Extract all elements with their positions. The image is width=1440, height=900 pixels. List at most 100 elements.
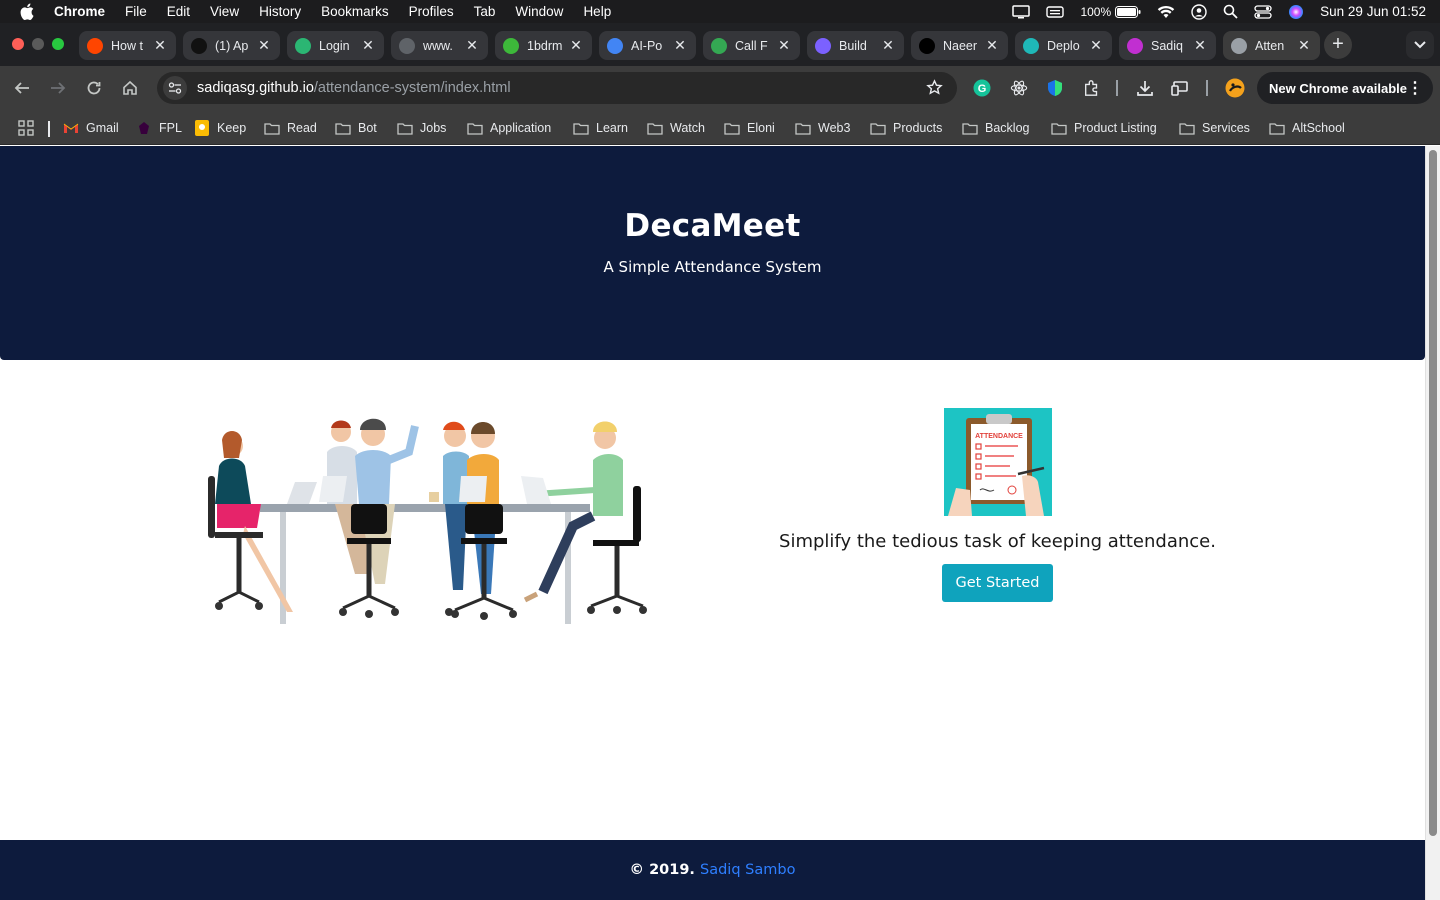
bookmark-fpl[interactable]: FPL bbox=[136, 119, 182, 137]
close-tab-icon[interactable]: ✕ bbox=[880, 37, 896, 54]
browser-tab[interactable]: Atten ✕ bbox=[1223, 31, 1320, 60]
close-tab-icon[interactable]: ✕ bbox=[568, 37, 584, 54]
browser-tab[interactable]: Call F ✕ bbox=[703, 31, 800, 60]
close-window-button[interactable] bbox=[12, 38, 24, 50]
new-tab-button[interactable]: + bbox=[1324, 31, 1352, 59]
siri-icon[interactable] bbox=[1288, 4, 1304, 20]
control-center-icon[interactable] bbox=[1254, 4, 1272, 19]
menu-bookmarks[interactable]: Bookmarks bbox=[321, 4, 389, 19]
close-tab-icon[interactable]: ✕ bbox=[672, 37, 688, 54]
back-button[interactable] bbox=[10, 76, 34, 100]
browser-tab[interactable]: AI-Po ✕ bbox=[599, 31, 696, 60]
zoom-window-button[interactable] bbox=[52, 38, 64, 50]
browser-tab[interactable]: www. ✕ bbox=[391, 31, 488, 60]
bookmark-bot[interactable]: Bot bbox=[335, 119, 377, 137]
folder-icon bbox=[573, 121, 589, 135]
reload-button[interactable] bbox=[82, 76, 106, 100]
menu-tab[interactable]: Tab bbox=[474, 4, 496, 19]
bookmark-altschool[interactable]: AltSchool bbox=[1269, 119, 1345, 137]
close-tab-icon[interactable]: ✕ bbox=[1192, 37, 1208, 54]
close-tab-icon[interactable]: ✕ bbox=[1088, 37, 1104, 54]
profile-avatar-icon[interactable] bbox=[1225, 78, 1245, 98]
menu-window[interactable]: Window bbox=[515, 4, 563, 19]
extensions-puzzle-icon[interactable] bbox=[1082, 78, 1102, 98]
scrollbar-thumb[interactable] bbox=[1429, 150, 1437, 836]
browser-tab[interactable]: Sadiq ✕ bbox=[1119, 31, 1216, 60]
menu-file[interactable]: File bbox=[125, 4, 147, 19]
get-started-button[interactable]: Get Started bbox=[942, 564, 1053, 602]
medium-icon bbox=[191, 37, 207, 54]
browser-toolbar: sadiqasg.github.io/attendance-system/ind… bbox=[0, 66, 1440, 110]
attendance-clipboard-icon: ATTENDANCE bbox=[944, 408, 1052, 516]
bookmark-application[interactable]: Application bbox=[467, 119, 551, 137]
browser-tab[interactable]: Build ✕ bbox=[807, 31, 904, 60]
bookmark-products[interactable]: Products bbox=[870, 119, 942, 137]
bookmark-web3[interactable]: Web3 bbox=[795, 119, 850, 137]
browser-tab[interactable]: Login ✕ bbox=[287, 31, 384, 60]
tab-title: How t bbox=[111, 38, 143, 53]
folder-icon bbox=[397, 121, 413, 135]
wifi-icon[interactable] bbox=[1157, 5, 1175, 19]
close-tab-icon[interactable]: ✕ bbox=[256, 37, 272, 54]
site-info-icon[interactable] bbox=[163, 76, 187, 100]
bookmark-gmail[interactable]: Gmail bbox=[63, 119, 119, 137]
close-tab-icon[interactable]: ✕ bbox=[776, 37, 792, 54]
menu-view[interactable]: View bbox=[210, 4, 239, 19]
menu-profiles[interactable]: Profiles bbox=[409, 4, 454, 19]
tab-title: Atten bbox=[1255, 38, 1285, 53]
address-bar[interactable]: sadiqasg.github.io/attendance-system/ind… bbox=[157, 72, 957, 104]
bookmark-learn[interactable]: Learn bbox=[573, 119, 628, 137]
bookmark-product-listing[interactable]: Product Listing bbox=[1051, 119, 1157, 137]
browser-tab[interactable]: Deplo ✕ bbox=[1015, 31, 1112, 60]
bookmark-eloni[interactable]: Eloni bbox=[724, 119, 775, 137]
user-icon[interactable] bbox=[1191, 3, 1207, 20]
home-button[interactable] bbox=[118, 76, 142, 100]
apps-grid-icon[interactable] bbox=[18, 119, 34, 137]
browser-tab[interactable]: 1bdrm ✕ bbox=[495, 31, 592, 60]
grammarly-icon[interactable]: G bbox=[972, 78, 992, 98]
minimize-window-button[interactable] bbox=[32, 38, 44, 50]
forward-button[interactable] bbox=[46, 76, 70, 100]
close-tab-icon[interactable]: ✕ bbox=[1296, 37, 1312, 54]
react-devtools-icon[interactable] bbox=[1009, 78, 1029, 98]
tab-search-button[interactable] bbox=[1406, 31, 1434, 59]
bookmark-services[interactable]: Services bbox=[1179, 119, 1250, 137]
bookmark-jobs[interactable]: Jobs bbox=[397, 119, 446, 137]
browser-tab[interactable]: (1) Ap ✕ bbox=[183, 31, 280, 60]
cast-devices-icon[interactable] bbox=[1171, 78, 1191, 98]
tab-title: Login bbox=[319, 38, 350, 53]
spotlight-search-icon[interactable] bbox=[1223, 4, 1238, 19]
shield-icon[interactable] bbox=[1045, 78, 1065, 98]
url-text[interactable]: sadiqasg.github.io/attendance-system/ind… bbox=[197, 80, 511, 96]
menu-app-name[interactable]: Chrome bbox=[54, 4, 105, 19]
battery-status[interactable]: 100% bbox=[1080, 5, 1141, 19]
close-tab-icon[interactable]: ✕ bbox=[360, 37, 376, 54]
bookmark-read[interactable]: Read bbox=[264, 119, 317, 137]
browser-tab[interactable]: How t ✕ bbox=[79, 31, 176, 60]
bookmark-backlog[interactable]: Backlog bbox=[962, 119, 1029, 137]
menu-history[interactable]: History bbox=[259, 4, 301, 19]
page-scrollbar[interactable] bbox=[1425, 146, 1440, 900]
menu-help[interactable]: Help bbox=[583, 4, 611, 19]
bookmark-star-icon[interactable] bbox=[926, 79, 943, 101]
battery-icon bbox=[1115, 5, 1141, 18]
footer-author-link[interactable]: Sadiq Sambo bbox=[700, 862, 795, 878]
tab-strip: How t ✕ (1) Ap ✕ Login ✕ www. ✕ 1bdrm ✕ AI-Po ✕ Call… bbox=[0, 23, 1440, 66]
close-tab-icon[interactable]: ✕ bbox=[464, 37, 480, 54]
download-icon[interactable] bbox=[1135, 78, 1155, 98]
menu-edit[interactable]: Edit bbox=[167, 4, 190, 19]
screen-mirroring-icon[interactable] bbox=[1012, 4, 1031, 19]
bookmark-watch[interactable]: Watch bbox=[647, 119, 705, 137]
more-menu-icon[interactable]: ⋮ bbox=[1407, 78, 1423, 98]
bookmark-label: Products bbox=[893, 121, 943, 135]
new-chrome-available-button[interactable]: New Chrome available ⋮ bbox=[1257, 72, 1433, 104]
close-tab-icon[interactable]: ✕ bbox=[984, 37, 1000, 54]
apple-icon[interactable] bbox=[18, 3, 36, 21]
menu-datetime[interactable]: Sun 29 Jun 01:52 bbox=[1320, 4, 1426, 19]
bookmark-keep[interactable]: Keep bbox=[194, 119, 246, 137]
tab-title: 1bdrm bbox=[527, 38, 563, 53]
url-host: sadiqasg.github.io bbox=[197, 80, 314, 96]
close-tab-icon[interactable]: ✕ bbox=[152, 37, 168, 54]
keyboard-icon[interactable] bbox=[1046, 5, 1065, 19]
browser-tab[interactable]: Naeer ✕ bbox=[911, 31, 1008, 60]
